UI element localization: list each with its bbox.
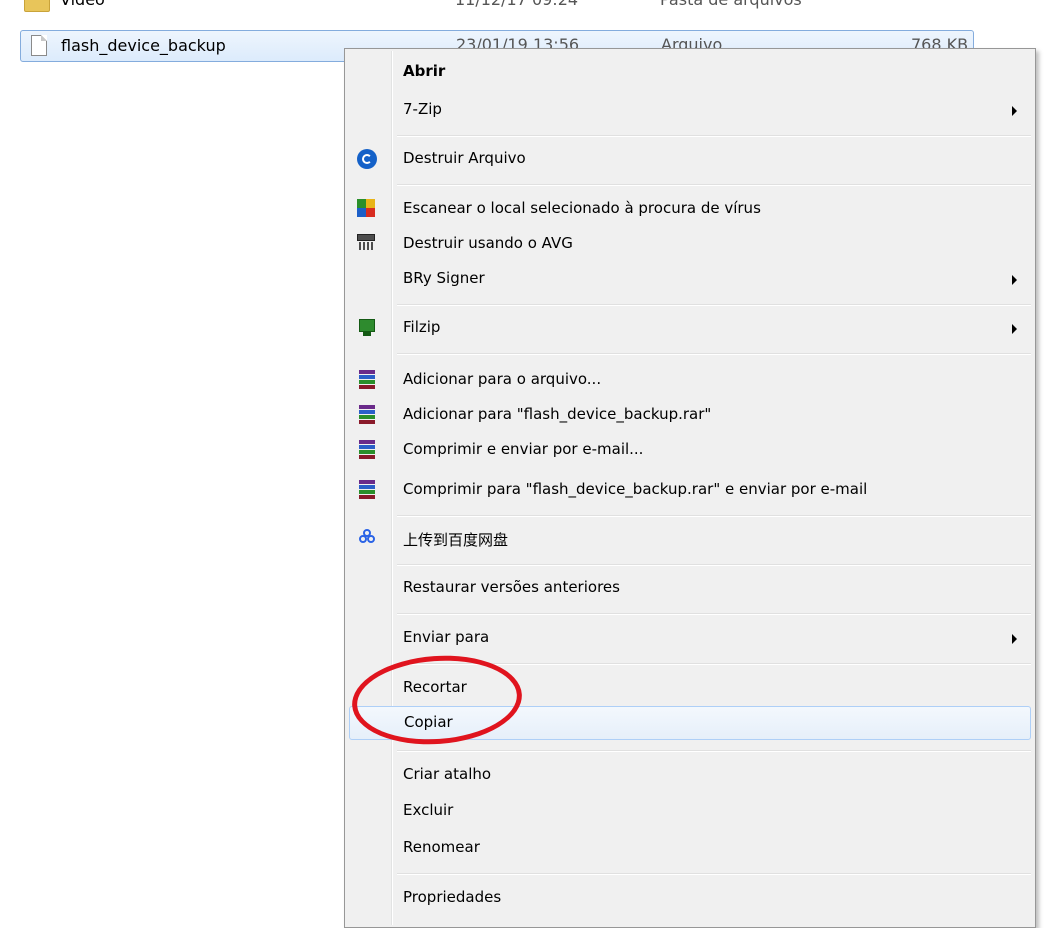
- menu-item-label: Renomear: [403, 838, 480, 856]
- ccleaner-icon: [357, 149, 377, 169]
- menu-item-copiar[interactable]: Copiar: [349, 706, 1031, 740]
- file-type: Pasta de arquivos: [660, 0, 802, 9]
- menu-item-baidu-upload[interactable]: 上传到百度网盘: [349, 522, 1031, 556]
- shredder-icon: [357, 234, 375, 250]
- winrar-icon: [357, 440, 377, 460]
- menu-item-label: Excluir: [403, 801, 454, 819]
- menu-separator: [397, 750, 1031, 752]
- submenu-arrow-icon: [1012, 324, 1017, 334]
- menu-separator: [397, 564, 1031, 566]
- menu-item-escanear-virus[interactable]: Escanear o local selecionado à procura d…: [349, 192, 1031, 226]
- menu-item-destruir-avg[interactable]: Destruir usando o AVG: [349, 227, 1031, 261]
- submenu-arrow-icon: [1012, 106, 1017, 116]
- menu-item-label: 上传到百度网盘: [403, 531, 509, 549]
- menu-item-label: Filzip: [403, 318, 441, 336]
- winrar-icon: [357, 480, 377, 500]
- menu-separator: [397, 353, 1031, 355]
- file-name: flash_device_backup: [61, 36, 226, 55]
- menu-item-label: Escanear o local selecionado à procura d…: [403, 199, 761, 217]
- menu-item-7zip[interactable]: 7-Zip: [349, 93, 1031, 127]
- document-icon: [31, 35, 47, 56]
- menu-item-abrir[interactable]: Abrir: [349, 55, 1031, 89]
- menu-item-criar-atalho[interactable]: Criar atalho: [349, 758, 1031, 792]
- folder-icon: [24, 0, 50, 12]
- menu-item-excluir[interactable]: Excluir: [349, 794, 1031, 828]
- menu-item-label: Criar atalho: [403, 765, 492, 783]
- filzip-icon: [357, 318, 377, 338]
- menu-item-label: Recortar: [403, 678, 467, 696]
- context-menu: Abrir 7-Zip Destruir Arquivo Escanear o …: [344, 48, 1036, 928]
- menu-item-label: Propriedades: [403, 888, 502, 906]
- menu-item-label: Copiar: [404, 713, 453, 731]
- menu-separator: [397, 663, 1031, 665]
- menu-item-label: BRy Signer: [403, 269, 485, 287]
- menu-item-comprimir-email[interactable]: Comprimir e enviar por e-mail...: [349, 433, 1031, 467]
- menu-separator: [397, 873, 1031, 875]
- menu-item-label: Destruir usando o AVG: [403, 234, 573, 252]
- menu-item-comprimir-rar-email[interactable]: Comprimir para "flash_device_backup.rar"…: [349, 473, 1031, 507]
- menu-separator: [397, 135, 1031, 137]
- menu-item-renomear[interactable]: Renomear: [349, 831, 1031, 865]
- menu-item-bry-signer[interactable]: BRy Signer: [349, 262, 1031, 296]
- menu-item-label: Comprimir e enviar por e-mail...: [403, 440, 644, 458]
- menu-item-propriedades[interactable]: Propriedades: [349, 881, 1031, 915]
- menu-item-label: Destruir Arquivo: [403, 149, 526, 167]
- menu-item-label: Comprimir para "flash_device_backup.rar"…: [403, 480, 868, 498]
- avg-icon: [357, 199, 375, 217]
- file-name: Video: [60, 0, 105, 9]
- menu-item-label: Abrir: [403, 62, 446, 80]
- menu-item-restaurar-versoes[interactable]: Restaurar versões anteriores: [349, 571, 1031, 605]
- file-date: 11/12/17 09:24: [455, 0, 578, 9]
- submenu-arrow-icon: [1012, 275, 1017, 285]
- menu-separator: [397, 304, 1031, 306]
- menu-item-enviar-para[interactable]: Enviar para: [349, 621, 1031, 655]
- menu-separator: [397, 613, 1031, 615]
- menu-item-adicionar-rar[interactable]: Adicionar para "flash_device_backup.rar": [349, 398, 1031, 432]
- winrar-icon: [357, 370, 377, 390]
- menu-item-recortar[interactable]: Recortar: [349, 671, 1031, 705]
- menu-item-label: Restaurar versões anteriores: [403, 578, 620, 596]
- menu-item-label: 7-Zip: [403, 100, 442, 118]
- menu-item-destruir-arquivo[interactable]: Destruir Arquivo: [349, 142, 1031, 176]
- winrar-icon: [357, 405, 377, 425]
- menu-item-filzip[interactable]: Filzip: [349, 311, 1031, 345]
- menu-item-adicionar-arquivo[interactable]: Adicionar para o arquivo...: [349, 363, 1031, 397]
- menu-item-label: Enviar para: [403, 628, 490, 646]
- menu-separator: [397, 515, 1031, 517]
- menu-item-label: Adicionar para "flash_device_backup.rar": [403, 405, 712, 423]
- menu-separator: [397, 184, 1031, 186]
- baidu-icon: [359, 529, 379, 549]
- submenu-arrow-icon: [1012, 634, 1017, 644]
- file-row-video[interactable]: Video 11/12/17 09:24 Pasta de arquivos: [0, 0, 1063, 16]
- menu-item-label: Adicionar para o arquivo...: [403, 370, 602, 388]
